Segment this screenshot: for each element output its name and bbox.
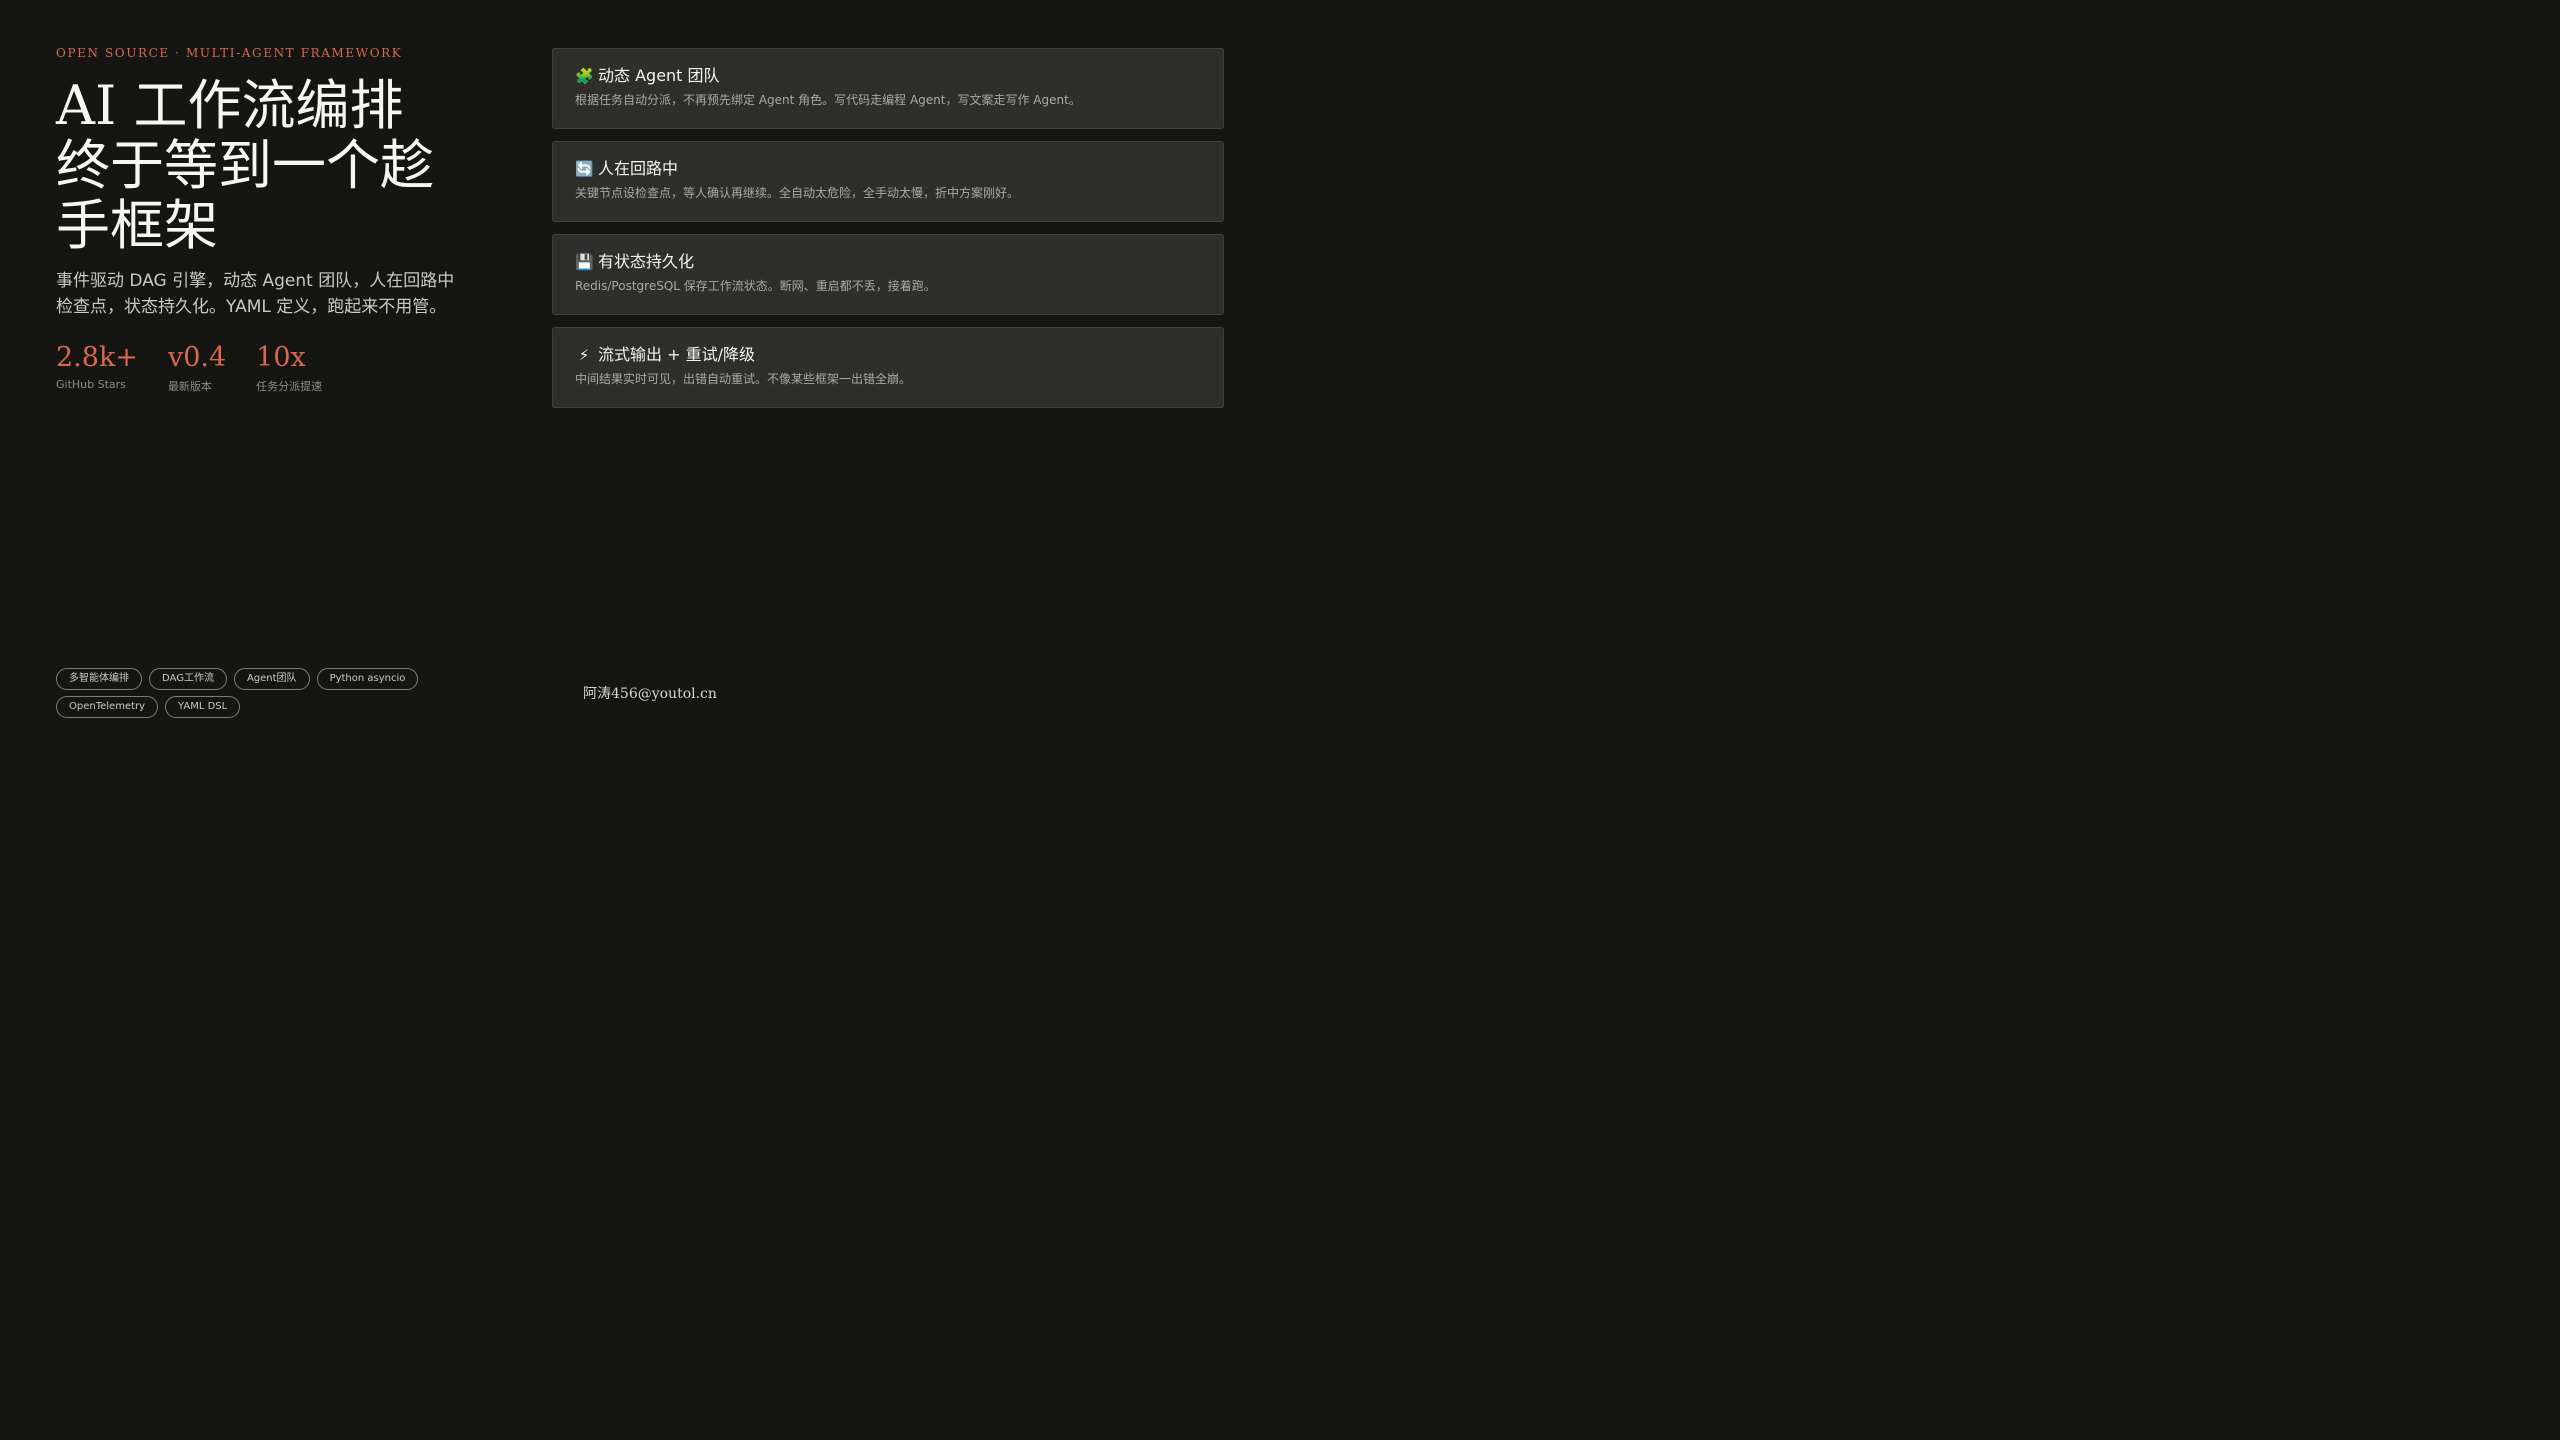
feature-card-title-text: 流式输出 + 重试/降级	[598, 345, 755, 364]
feature-card-title-text: 人在回路中	[598, 159, 679, 178]
hero-section: OPEN SOURCE · MULTI-AGENT FRAMEWORK AI 工…	[56, 40, 496, 394]
stat-value: 10x	[256, 342, 306, 373]
stat-label: 任务分派提速	[256, 380, 323, 393]
feature-card-desc: 中间结果实时可见，出错自动重试。不像某些框架一出错全崩。	[575, 372, 912, 386]
cycle-arrows-icon: 🔄	[575, 160, 594, 178]
stat-dispatch-speedup: 10x 任务分派提速	[256, 342, 322, 394]
tag-yaml-dsl: YAML DSL	[165, 696, 241, 718]
stats-row: 2.8k+ GitHub Stars v0.4 最新版本 10x 任务分派提速	[56, 342, 496, 394]
tag-agent-team: Agent团队	[233, 668, 310, 690]
tag-multi-agent: 多智能体编排	[56, 668, 142, 690]
feature-card-streaming-retry: ⚡ 流式输出 + 重试/降级 中间结果实时可见，出错自动重试。不像某些框架一出错…	[552, 327, 1224, 408]
feature-card-title: 💾 有状态持久化	[575, 252, 1201, 272]
tag-opentelemetry: OpenTelemetry	[56, 696, 159, 718]
author-credit: 阿涛456@youtol.cn	[583, 686, 717, 702]
feature-card-desc: Redis/PostgreSQL 保存工作流状态。断网、重启都不丢，接着跑。	[575, 279, 936, 293]
feature-card-human-in-loop: 🔄 人在回路中 关键节点设检查点，等人确认再继续。全自动太危险，全手动太慢，折中…	[552, 141, 1224, 222]
stat-label: 最新版本	[167, 380, 212, 393]
feature-card-desc: 根据任务自动分派，不再预先绑定 Agent 角色。写代码走编程 Agent，写文…	[575, 93, 1081, 107]
feature-card-stateful-persistence: 💾 有状态持久化 Redis/PostgreSQL 保存工作流状态。断网、重启都…	[552, 234, 1224, 315]
puzzle-icon: 🧩	[575, 67, 594, 85]
lightning-icon: ⚡	[578, 346, 590, 364]
feature-cards: 🧩 动态 Agent 团队 根据任务自动分派，不再预先绑定 Agent 角色。写…	[552, 48, 1224, 420]
feature-card-title: ⚡ 流式输出 + 重试/降级	[575, 345, 1201, 365]
stat-label: GitHub Stars	[56, 378, 126, 391]
feature-card-title: 🧩 动态 Agent 团队	[575, 66, 1201, 86]
eyebrow-label: OPEN SOURCE · MULTI-AGENT FRAMEWORK	[56, 46, 403, 60]
stat-value: 2.8k+	[56, 342, 138, 373]
tag-python-asyncio: Python asyncio	[316, 668, 419, 690]
page-title: AI 工作流编排 终于等到一个趁 手框架	[56, 74, 434, 257]
page-subtitle: 事件驱动 DAG 引擎，动态 Agent 团队，人在回路中检查点，状态持久化。Y…	[56, 271, 455, 317]
feature-card-title-text: 有状态持久化	[598, 252, 695, 271]
feature-card-dynamic-agent-team: 🧩 动态 Agent 团队 根据任务自动分派，不再预先绑定 Agent 角色。写…	[552, 48, 1224, 129]
stat-github-stars: 2.8k+ GitHub Stars	[56, 342, 138, 394]
floppy-disk-icon: 💾	[575, 253, 594, 271]
stat-value: v0.4	[167, 342, 227, 373]
feature-card-title-text: 动态 Agent 团队	[598, 66, 720, 85]
tag-dag-workflow: DAG工作流	[149, 668, 227, 690]
stat-latest-version: v0.4 最新版本	[168, 342, 226, 394]
feature-card-title: 🔄 人在回路中	[575, 159, 1201, 179]
tag-list: 多智能体编排 DAG工作流 Agent团队 Python asyncio Ope…	[56, 668, 476, 718]
feature-card-desc: 关键节点设检查点，等人确认再继续。全自动太危险，全手动太慢，折中方案刚好。	[575, 186, 1020, 200]
